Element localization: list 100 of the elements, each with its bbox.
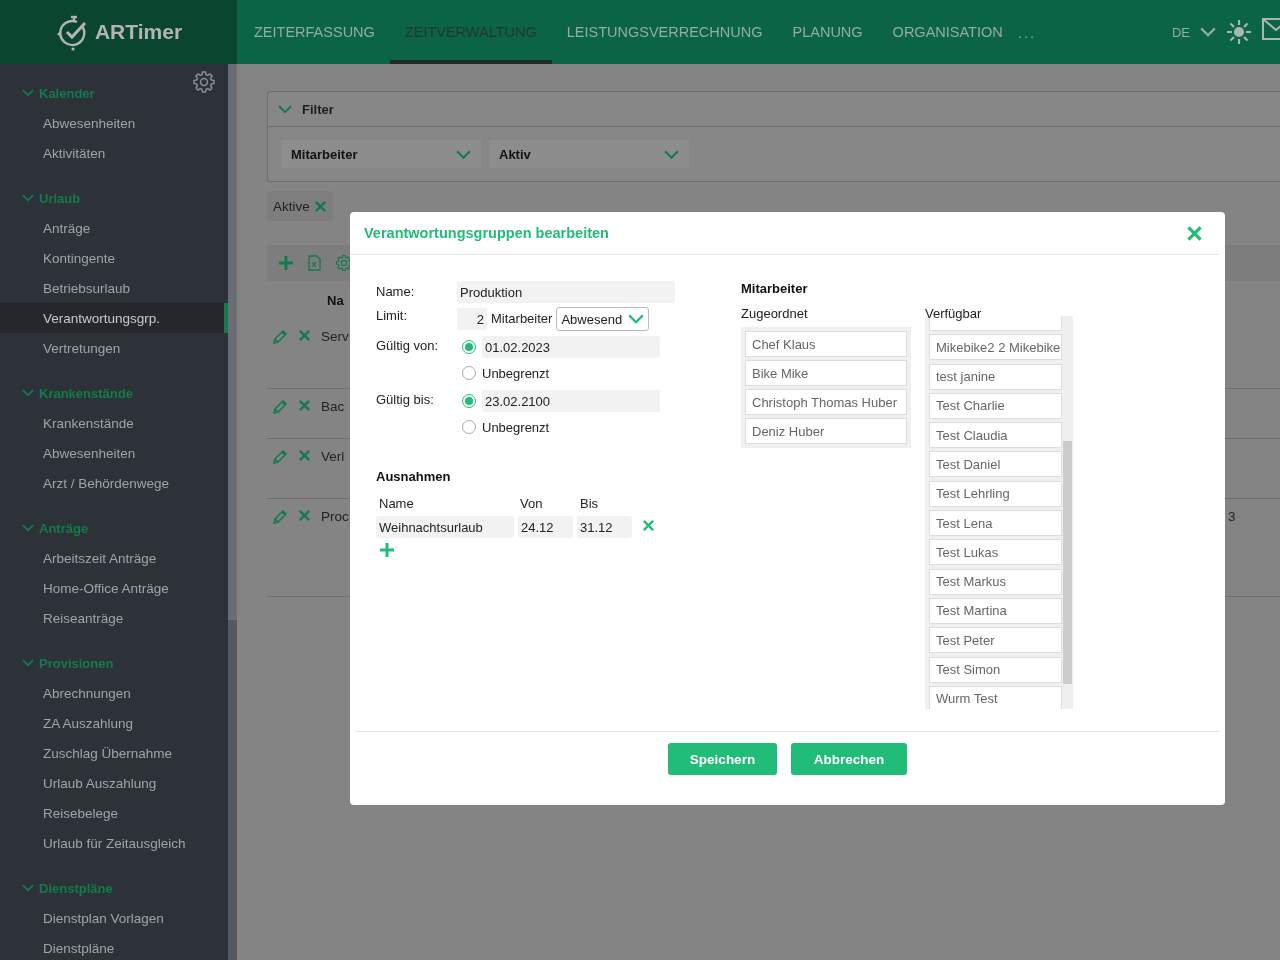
chevron-down-icon bbox=[1200, 27, 1216, 37]
sidebar-item[interactable]: Vertretungen bbox=[0, 333, 228, 363]
sidebar-item[interactable]: Dienstpläne bbox=[0, 933, 228, 960]
filter-select[interactable]: Mitarbeiter bbox=[281, 140, 481, 168]
table-cell: Bac bbox=[321, 399, 345, 414]
logo-text: ARTimer bbox=[94, 20, 183, 44]
date-field[interactable]: 23.02.2100 bbox=[482, 390, 660, 412]
chevron-icon bbox=[22, 524, 34, 532]
section-title: Mitarbeiter bbox=[741, 281, 809, 296]
nav-tab[interactable]: PLANUNG bbox=[777, 0, 878, 64]
pencil-icon[interactable] bbox=[272, 329, 288, 345]
chevron-down-icon bbox=[456, 149, 471, 159]
chevron-icon bbox=[22, 89, 34, 97]
name-field[interactable]: Produktion bbox=[457, 281, 675, 303]
list-item[interactable]: Test Lehrling bbox=[929, 480, 1062, 507]
settings-icon[interactable] bbox=[335, 254, 353, 272]
sidebar-item[interactable]: Abwesenheiten bbox=[0, 108, 228, 138]
field-label: Limit: bbox=[376, 307, 409, 323]
sidebar-item[interactable]: Arzt / Behördenwege bbox=[0, 468, 228, 498]
spreadsheet-file-icon[interactable] bbox=[308, 255, 321, 271]
delete-icon[interactable] bbox=[298, 449, 311, 462]
list-item[interactable]: Test Simon bbox=[929, 656, 1062, 683]
pencil-icon[interactable] bbox=[272, 449, 288, 465]
table-cell: Serv bbox=[321, 329, 349, 344]
list-item[interactable]: Wurm Test bbox=[929, 685, 1062, 709]
list-item[interactable]: Test Markus bbox=[929, 568, 1062, 595]
close-icon[interactable] bbox=[313, 199, 327, 213]
sidebar-item[interactable]: ZA Auszahlung bbox=[0, 708, 228, 738]
nav-tab[interactable]: ORGANISATION bbox=[877, 0, 1018, 64]
add-icon[interactable] bbox=[379, 542, 395, 558]
list-item[interactable]: Test Lena bbox=[929, 510, 1062, 537]
list-item[interactable]: Bike Mike bbox=[745, 360, 907, 386]
sidebar-item[interactable]: Dienstplan Vorlagen bbox=[0, 903, 228, 933]
column-header: Na bbox=[327, 292, 344, 308]
remove-icon[interactable] bbox=[642, 519, 655, 532]
filter-title[interactable]: Filter bbox=[302, 101, 334, 117]
column-header: Name bbox=[379, 496, 415, 511]
sun-icon[interactable] bbox=[1226, 19, 1252, 45]
sidebar-item[interactable]: Betriebsurlaub bbox=[0, 273, 228, 303]
chip-label: Aktive bbox=[273, 198, 310, 214]
sidebar-item[interactable]: Verantwortungsgrp. bbox=[0, 303, 228, 333]
radio-label: Unbegrenzt bbox=[482, 365, 550, 381]
sidebar-item[interactable]: Arbeitszeit Anträge bbox=[0, 543, 228, 573]
filter-select[interactable]: Aktiv bbox=[489, 140, 689, 168]
chevron-icon bbox=[22, 389, 34, 397]
list-item[interactable]: Test Lukas bbox=[929, 539, 1062, 566]
language-select[interactable]: DE bbox=[1171, 24, 1190, 40]
list-item[interactable]: Chef Klaus bbox=[745, 331, 907, 357]
nav-tab[interactable]: LEISTUNGSVERRECHNUNG bbox=[551, 0, 778, 64]
pencil-icon[interactable] bbox=[272, 399, 288, 415]
sidebar-item[interactable]: Urlaub Auszahlung bbox=[0, 768, 228, 798]
sidebar-item[interactable]: Abwesenheiten bbox=[0, 438, 228, 468]
delete-icon[interactable] bbox=[298, 329, 311, 342]
table-cell: Verl bbox=[321, 449, 345, 464]
sidebar-item[interactable]: Aktivitäten bbox=[0, 138, 228, 168]
mode-select[interactable]: Abwesend bbox=[556, 307, 650, 331]
field-label: Name: bbox=[376, 283, 416, 299]
list-item[interactable]: Test Claudia bbox=[929, 422, 1062, 449]
list-item[interactable]: Test Charlie bbox=[929, 392, 1062, 419]
settings-icon[interactable] bbox=[192, 70, 216, 94]
delete-icon[interactable] bbox=[298, 509, 311, 522]
field-label: Gültig bis: bbox=[376, 391, 435, 407]
column-header: Von bbox=[520, 496, 544, 511]
list-item[interactable]: Mikebike2 2 Mikebike bbox=[929, 334, 1062, 361]
close-icon[interactable] bbox=[1186, 224, 1203, 242]
chevron-icon bbox=[22, 884, 34, 892]
chevron-icon bbox=[22, 194, 34, 202]
date-field[interactable]: 01.02.2023 bbox=[482, 336, 660, 358]
limit-field[interactable]: 2 bbox=[457, 308, 487, 330]
column-header: Bis bbox=[580, 496, 600, 511]
sidebar-item[interactable]: Kontingente bbox=[0, 243, 228, 273]
field-label: Gültig von: bbox=[376, 337, 440, 353]
sidebar-item[interactable]: Krankenstände bbox=[0, 408, 228, 438]
sidebar-item[interactable]: Home-Office Anträge bbox=[0, 573, 228, 603]
scrollbar-thumb[interactable] bbox=[1063, 441, 1072, 684]
sidebar-item[interactable]: Zuschlag Übernahme bbox=[0, 738, 228, 768]
exception-name-field[interactable]: Weihnachtsurlaub bbox=[376, 516, 514, 538]
nav-tab[interactable]: ZEITERFASSUNG bbox=[239, 0, 390, 64]
sidebar-item[interactable]: Reiseanträge bbox=[0, 603, 228, 633]
sidebar-item[interactable]: Abrechnungen bbox=[0, 678, 228, 708]
list-item[interactable]: test janine bbox=[929, 363, 1062, 390]
list-item[interactable]: Test Peter bbox=[929, 627, 1062, 654]
sidebar-item[interactable]: Reisebelege bbox=[0, 798, 228, 828]
pencil-icon[interactable] bbox=[272, 509, 288, 525]
dialog-title: Verantwortungsgruppen bearbeiten bbox=[364, 225, 609, 241]
scrollbar[interactable] bbox=[228, 64, 237, 960]
sidebar-item[interactable]: Urlaub für Zeitausgleich bbox=[0, 828, 228, 858]
list-item[interactable]: Deniz Huber bbox=[745, 418, 907, 444]
list-item[interactable]: Christoph Thomas Huber bbox=[745, 389, 907, 415]
list-item[interactable]: Test Martina bbox=[929, 597, 1062, 624]
from-field[interactable]: 24.12 bbox=[518, 516, 573, 538]
unit-label: Mitarbeiter bbox=[491, 311, 553, 326]
chevron-icon bbox=[22, 659, 34, 667]
delete-icon[interactable] bbox=[298, 399, 311, 412]
more-menu[interactable]: ... bbox=[1017, 23, 1037, 41]
sidebar-item[interactable]: Anträge bbox=[0, 213, 228, 243]
add-icon[interactable] bbox=[278, 255, 294, 271]
list-item[interactable]: Test Daniel bbox=[929, 451, 1062, 478]
to-field[interactable]: 31.12 bbox=[577, 516, 632, 538]
table-cell: Proc bbox=[321, 509, 349, 524]
